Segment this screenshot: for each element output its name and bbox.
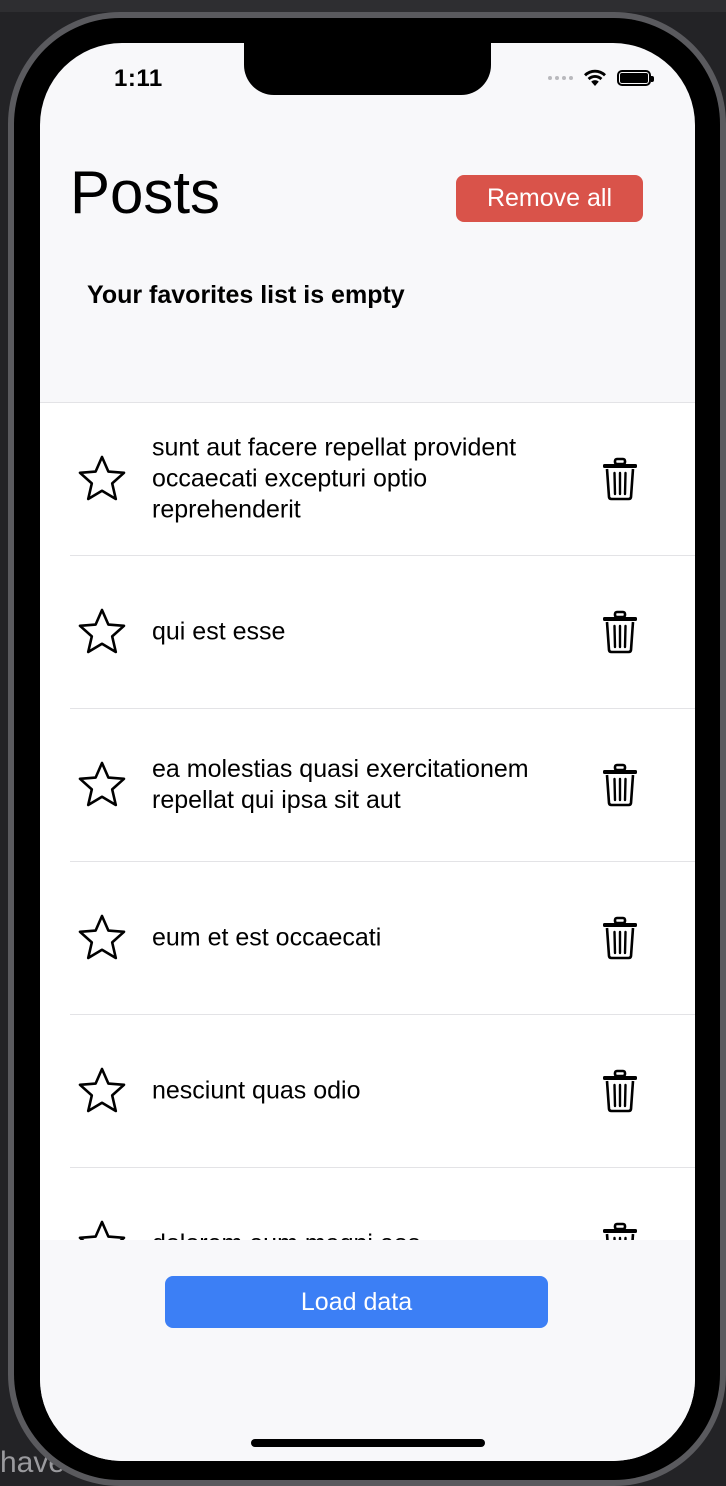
home-indicator[interactable] <box>251 1439 485 1447</box>
device-notch <box>244 43 491 95</box>
trash-icon[interactable] <box>600 763 640 807</box>
status-time: 1:11 <box>114 65 163 92</box>
list-item: eum et est occaecati <box>70 862 695 1015</box>
post-title: eum et est occaecati <box>152 923 382 952</box>
posts-list[interactable]: sunt aut facere repellat provident occae… <box>40 402 695 1241</box>
post-title: sunt aut facere repellat provident occae… <box>152 433 517 524</box>
cellular-signal-icon <box>548 76 573 80</box>
load-data-button[interactable]: Load data <box>165 1276 548 1328</box>
star-outline-icon[interactable] <box>76 1065 128 1117</box>
trash-icon[interactable] <box>600 1069 640 1113</box>
favorites-empty-message: Your favorites list is empty <box>87 281 405 309</box>
remove-all-button[interactable]: Remove all <box>456 175 643 222</box>
status-icons <box>548 69 654 87</box>
trash-icon[interactable] <box>600 916 640 960</box>
list-item: ea molestias quasi exercitationem repell… <box>70 709 695 862</box>
post-title: qui est esse <box>152 617 286 646</box>
list-item: qui est esse <box>70 556 695 709</box>
star-outline-icon[interactable] <box>76 453 128 505</box>
footer-bar: Load data <box>40 1240 695 1461</box>
star-outline-icon[interactable] <box>76 1218 128 1241</box>
list-item: nesciunt quas odio <box>70 1015 695 1168</box>
wifi-icon <box>584 69 606 86</box>
page-title: Posts <box>70 159 221 226</box>
battery-icon <box>617 70 654 86</box>
trash-icon[interactable] <box>600 1222 640 1241</box>
post-title: nesciunt quas odio <box>152 1076 361 1105</box>
app-screen: 1:11 Posts Remove all Your favorites lis… <box>40 43 695 1461</box>
post-title: ea molestias quasi exercitationem repell… <box>152 755 529 814</box>
star-outline-icon[interactable] <box>76 759 128 811</box>
trash-icon[interactable] <box>600 457 640 501</box>
list-item: dolorem eum magni eos <box>70 1168 695 1241</box>
backdrop-strip <box>0 0 726 12</box>
star-outline-icon[interactable] <box>76 912 128 964</box>
trash-icon[interactable] <box>600 610 640 654</box>
star-outline-icon[interactable] <box>76 606 128 658</box>
list-item: sunt aut facere repellat provident occae… <box>70 403 695 556</box>
